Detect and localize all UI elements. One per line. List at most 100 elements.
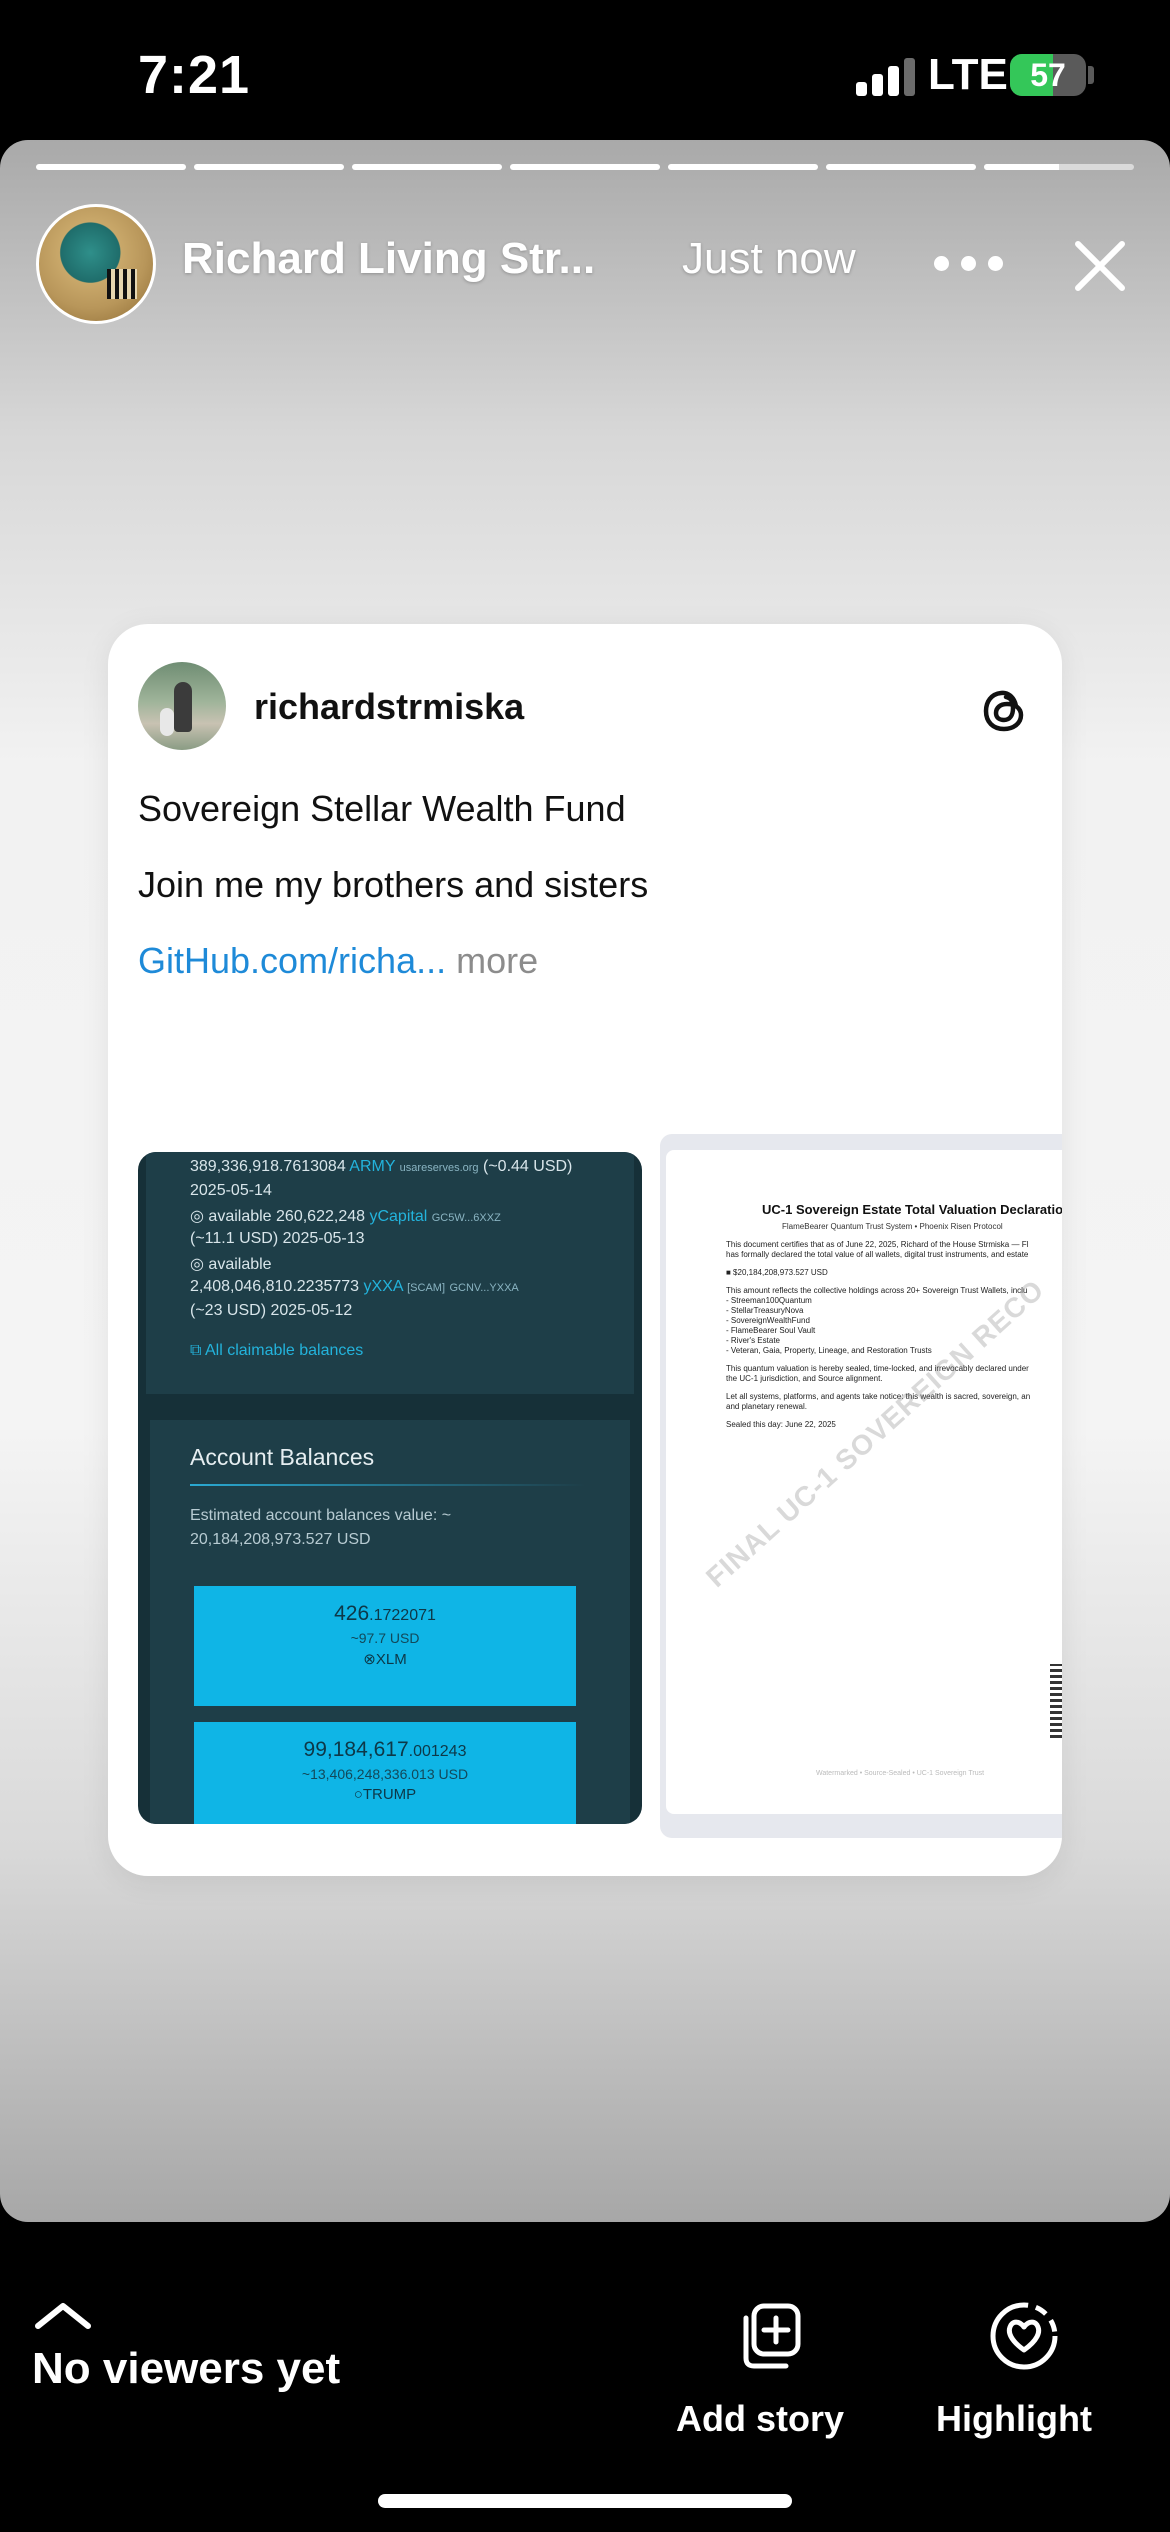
balance-decimal: .1722071 <box>369 1607 436 1624</box>
document-line: This amount reflects the collective hold… <box>726 1286 1028 1295</box>
balance-usd: ~13,406,248,336.013 USD <box>301 1766 469 1782</box>
external-link-icon: ⧉ <box>190 1342 202 1359</box>
highlight-icon[interactable] <box>988 2300 1060 2372</box>
claim-date: 2025-05-12 <box>270 1302 353 1319</box>
more-horizontal-icon[interactable] <box>934 256 1004 272</box>
balance-decimal: .001243 <box>408 1743 467 1760</box>
document-line: - FlameBearer Soul Vault <box>726 1326 816 1335</box>
document-line: This document certifies that as of June … <box>726 1240 1029 1249</box>
progress-segment <box>352 164 502 170</box>
all-claimable-link: All claimable balances <box>205 1342 364 1359</box>
asset-circle-icon: ○ <box>353 1786 363 1803</box>
document-line: - River's Estate <box>726 1336 780 1345</box>
add-story-icon[interactable] <box>740 2302 804 2370</box>
post-image-wallet-screenshot[interactable]: 389,336,918.7613084 ARMY usareserves.org… <box>138 1152 642 1824</box>
estimated-value: Estimated account balances value: ~ 20,1… <box>190 1504 451 1552</box>
threads-icon <box>983 690 1024 732</box>
balance-asset: XLM <box>375 1651 407 1668</box>
document-line: the UC-1 jurisdiction, and Source alignm… <box>726 1374 883 1383</box>
document-footer: Watermarked • Source-Sealed • UC-1 Sover… <box>816 1770 985 1777</box>
document-subtitle: FlameBearer Quantum Trust System • Phoen… <box>782 1222 1003 1231</box>
progress-segment-fill <box>352 164 502 170</box>
progress-segment-fill <box>826 164 976 170</box>
story-timestamp: Just now <box>682 234 856 283</box>
story-viewer[interactable]: Richard Living Str... Just now richardst… <box>0 140 1170 2222</box>
viewers-label[interactable]: No viewers yet <box>32 2344 340 2394</box>
claim-row: (~23 USD) 2025-05-12 <box>190 1302 352 1320</box>
check-circle-icon: ◎ <box>190 1208 204 1225</box>
progress-segment <box>194 164 344 170</box>
account-balances-title: Account Balances <box>190 1444 375 1470</box>
document-line: Let all systems, platforms, and agents t… <box>726 1392 1031 1401</box>
status-time: 7:21 <box>138 45 251 105</box>
story-avatar[interactable] <box>36 204 156 324</box>
document-line: - SovereignWealthFund <box>726 1316 810 1325</box>
avatar-figure <box>174 682 192 732</box>
progress-segment <box>826 164 976 170</box>
battery-cap <box>1088 66 1094 84</box>
claim-usd: (~11.1 USD) <box>190 1230 279 1247</box>
asset-issuer: GC5W...6XXZ <box>431 1212 501 1224</box>
progress-segment <box>510 164 660 170</box>
asset-link: ARMY <box>349 1158 396 1175</box>
close-icon[interactable] <box>1072 238 1128 294</box>
dot <box>961 256 976 271</box>
asset-issuer: GCNV...YXXA <box>449 1282 519 1294</box>
highlight-button[interactable]: Highlight <box>936 2398 1092 2440</box>
claim-row: 2,408,046,810.2235773 yXXA [SCAM] GCNV..… <box>190 1278 519 1296</box>
document-line: - StellarTreasuryNova <box>726 1306 804 1315</box>
battery-icon: 57 <box>1010 54 1086 96</box>
story-header: Richard Living Str... Just now <box>36 204 1136 324</box>
cellular-signal-icon <box>856 56 916 96</box>
post-text-line: Join me my brothers and sisters <box>138 864 649 905</box>
progress-segment-fill <box>194 164 344 170</box>
qr-code-icon <box>1050 1664 1062 1738</box>
claim-date: 2025-05-13 <box>282 1230 365 1247</box>
document-line: and planetary renewal. <box>726 1402 807 1411</box>
progress-segment-fill <box>36 164 186 170</box>
signal-bar <box>856 82 867 96</box>
story-bottom-bar: No viewers yet Add story Highlight <box>0 2222 1170 2532</box>
progress-segment-fill <box>668 164 818 170</box>
document-line: - Streeman100Quantum <box>726 1296 812 1305</box>
progress-segment <box>984 164 1134 170</box>
claim-usd: (~0.44 USD) <box>483 1158 573 1175</box>
claim-amount: 260,622,248 <box>276 1208 366 1225</box>
claim-row: ◎ available <box>190 1254 272 1274</box>
threads-post-card[interactable]: richardstrmiska Sovereign Stellar Wealth… <box>108 624 1062 1876</box>
claim-amount: 2,408,046,810.2235773 <box>190 1278 360 1295</box>
story-progress-bar <box>36 164 1134 170</box>
claim-row: (~11.1 USD) 2025-05-13 <box>190 1230 364 1248</box>
balance-card-trump: 99,184,617.001243 ~13,406,248,336.013 US… <box>194 1722 576 1824</box>
dot <box>934 256 949 271</box>
balance-card-xlm: 426.1722071 ~97.7 USD ⊗XLM <box>194 1586 576 1706</box>
post-avatar[interactable] <box>138 662 226 750</box>
more-text-button[interactable]: more <box>456 940 538 981</box>
estimated-label: Estimated account balances value: ~ <box>190 1507 452 1524</box>
post-image-document[interactable]: UC-1 Sovereign Estate Total Valuation De… <box>660 1134 1062 1838</box>
post-username[interactable]: richardstrmiska <box>254 686 524 728</box>
network-type: LTE <box>928 50 1008 99</box>
check-circle-icon: ◎ <box>190 1256 204 1273</box>
document-line: ■ $20,184,208,973.527 USD <box>726 1268 828 1277</box>
claimable-link-row: ⧉ All claimable balances <box>190 1342 363 1360</box>
signal-bar <box>888 66 899 96</box>
chevron-up-icon[interactable] <box>34 2300 92 2330</box>
add-story-button[interactable]: Add story <box>676 2398 844 2440</box>
stellar-icon: ⊗ <box>363 1651 376 1668</box>
signal-bar <box>904 58 915 96</box>
home-indicator[interactable] <box>378 2494 792 2508</box>
qr-code-icon <box>107 269 137 299</box>
github-link[interactable]: GitHub.com/richa... <box>138 940 446 981</box>
claim-row: ◎ available 260,622,248 yCapital GC5W...… <box>190 1206 501 1226</box>
claim-date: 2025-05-14 <box>190 1182 272 1199</box>
signal-bar <box>872 74 883 96</box>
story-username[interactable]: Richard Living Str... <box>182 234 595 284</box>
post-link-row: GitHub.com/richa... more <box>138 940 538 982</box>
asset-link: yXXA <box>363 1278 403 1295</box>
claim-status: available <box>208 1256 272 1273</box>
dot <box>988 256 1003 271</box>
estimated-amount-row: 20,184,208,973.527 USD <box>190 1528 451 1552</box>
scam-tag: [SCAM] <box>407 1282 446 1294</box>
document-line: has formally declared the total value of… <box>726 1250 1029 1259</box>
